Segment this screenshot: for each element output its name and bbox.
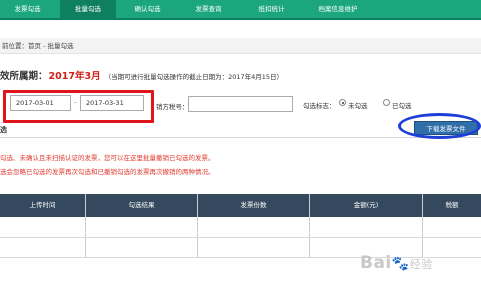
column-divider xyxy=(197,194,198,257)
date-range-highlight xyxy=(3,90,154,123)
section-title: 选 xyxy=(0,126,7,134)
tab-batch-select[interactable]: 批量勾选 xyxy=(60,0,116,18)
col-tax: 税额 xyxy=(445,201,459,209)
top-nav: 发票勾选 批量勾选 确认勾选 发票查询 抵扣统计 档案信息维护 xyxy=(0,0,481,20)
col-upload-time: 上传时间 xyxy=(29,201,56,209)
table-row xyxy=(0,237,481,238)
tip-line-1: 勾选、未确认且未扫描认证的发票，您可以在这里批量撤销已勾选的发票。 xyxy=(0,154,215,162)
seller-tax-label: 销方税号： xyxy=(156,103,189,111)
section-divider xyxy=(0,137,481,138)
tax-period-note: （当期可进行批量勾选操作的截止日期为：2017年4月15日） xyxy=(104,73,284,81)
tax-period-value: 2017年3月 xyxy=(48,71,101,82)
paw-icon: 🐾 xyxy=(391,256,410,272)
radio-unselected[interactable] xyxy=(339,99,346,106)
radio-selected[interactable] xyxy=(383,99,390,106)
tab-confirm-select[interactable]: 确认勾选 xyxy=(120,0,175,18)
select-flag-label: 勾选标志： xyxy=(303,102,336,110)
batch-select-page: 发票勾选 批量勾选 确认勾选 发票查询 抵扣统计 档案信息维护 前位置：首页 -… xyxy=(0,0,481,292)
watermark-brand: Bai xyxy=(360,253,392,273)
tax-period-label: 效所属期： xyxy=(0,71,48,82)
tab-deduction-stats[interactable]: 抵扣统计 xyxy=(244,0,299,18)
tab-invoice-select[interactable]: 发票勾选 xyxy=(0,0,55,18)
col-amount: 金额(元) xyxy=(353,201,379,209)
tax-period: 效所属期：2017年3月 （当期可进行批量勾选操作的截止日期为：2017年4月15… xyxy=(0,66,283,82)
breadcrumb: 前位置：首页 - 批量勾选 xyxy=(0,38,481,54)
column-divider xyxy=(85,194,86,257)
col-invoice-count: 发票份数 xyxy=(240,201,267,209)
column-divider xyxy=(309,194,310,257)
col-select-result: 勾选结果 xyxy=(128,201,155,209)
radio-unselected-label: 未勾选 xyxy=(348,102,368,110)
seller-tax-input[interactable] xyxy=(188,96,293,112)
watermark-suffix: 经验 xyxy=(409,258,433,271)
column-divider xyxy=(422,194,423,257)
radio-selected-label: 已勾选 xyxy=(392,102,412,110)
download-button-highlight xyxy=(398,113,481,139)
baidu-jingyan-watermark: Bai🐾经验 xyxy=(360,253,433,273)
tip-line-2: 选会忽略已勾选的发票再次勾选和已撤销勾选的发票再次撤销的两种情况。 xyxy=(0,168,215,176)
tab-invoice-query[interactable]: 发票查询 xyxy=(181,0,236,18)
tab-archive-maintenance[interactable]: 档案信息维护 xyxy=(305,0,371,18)
